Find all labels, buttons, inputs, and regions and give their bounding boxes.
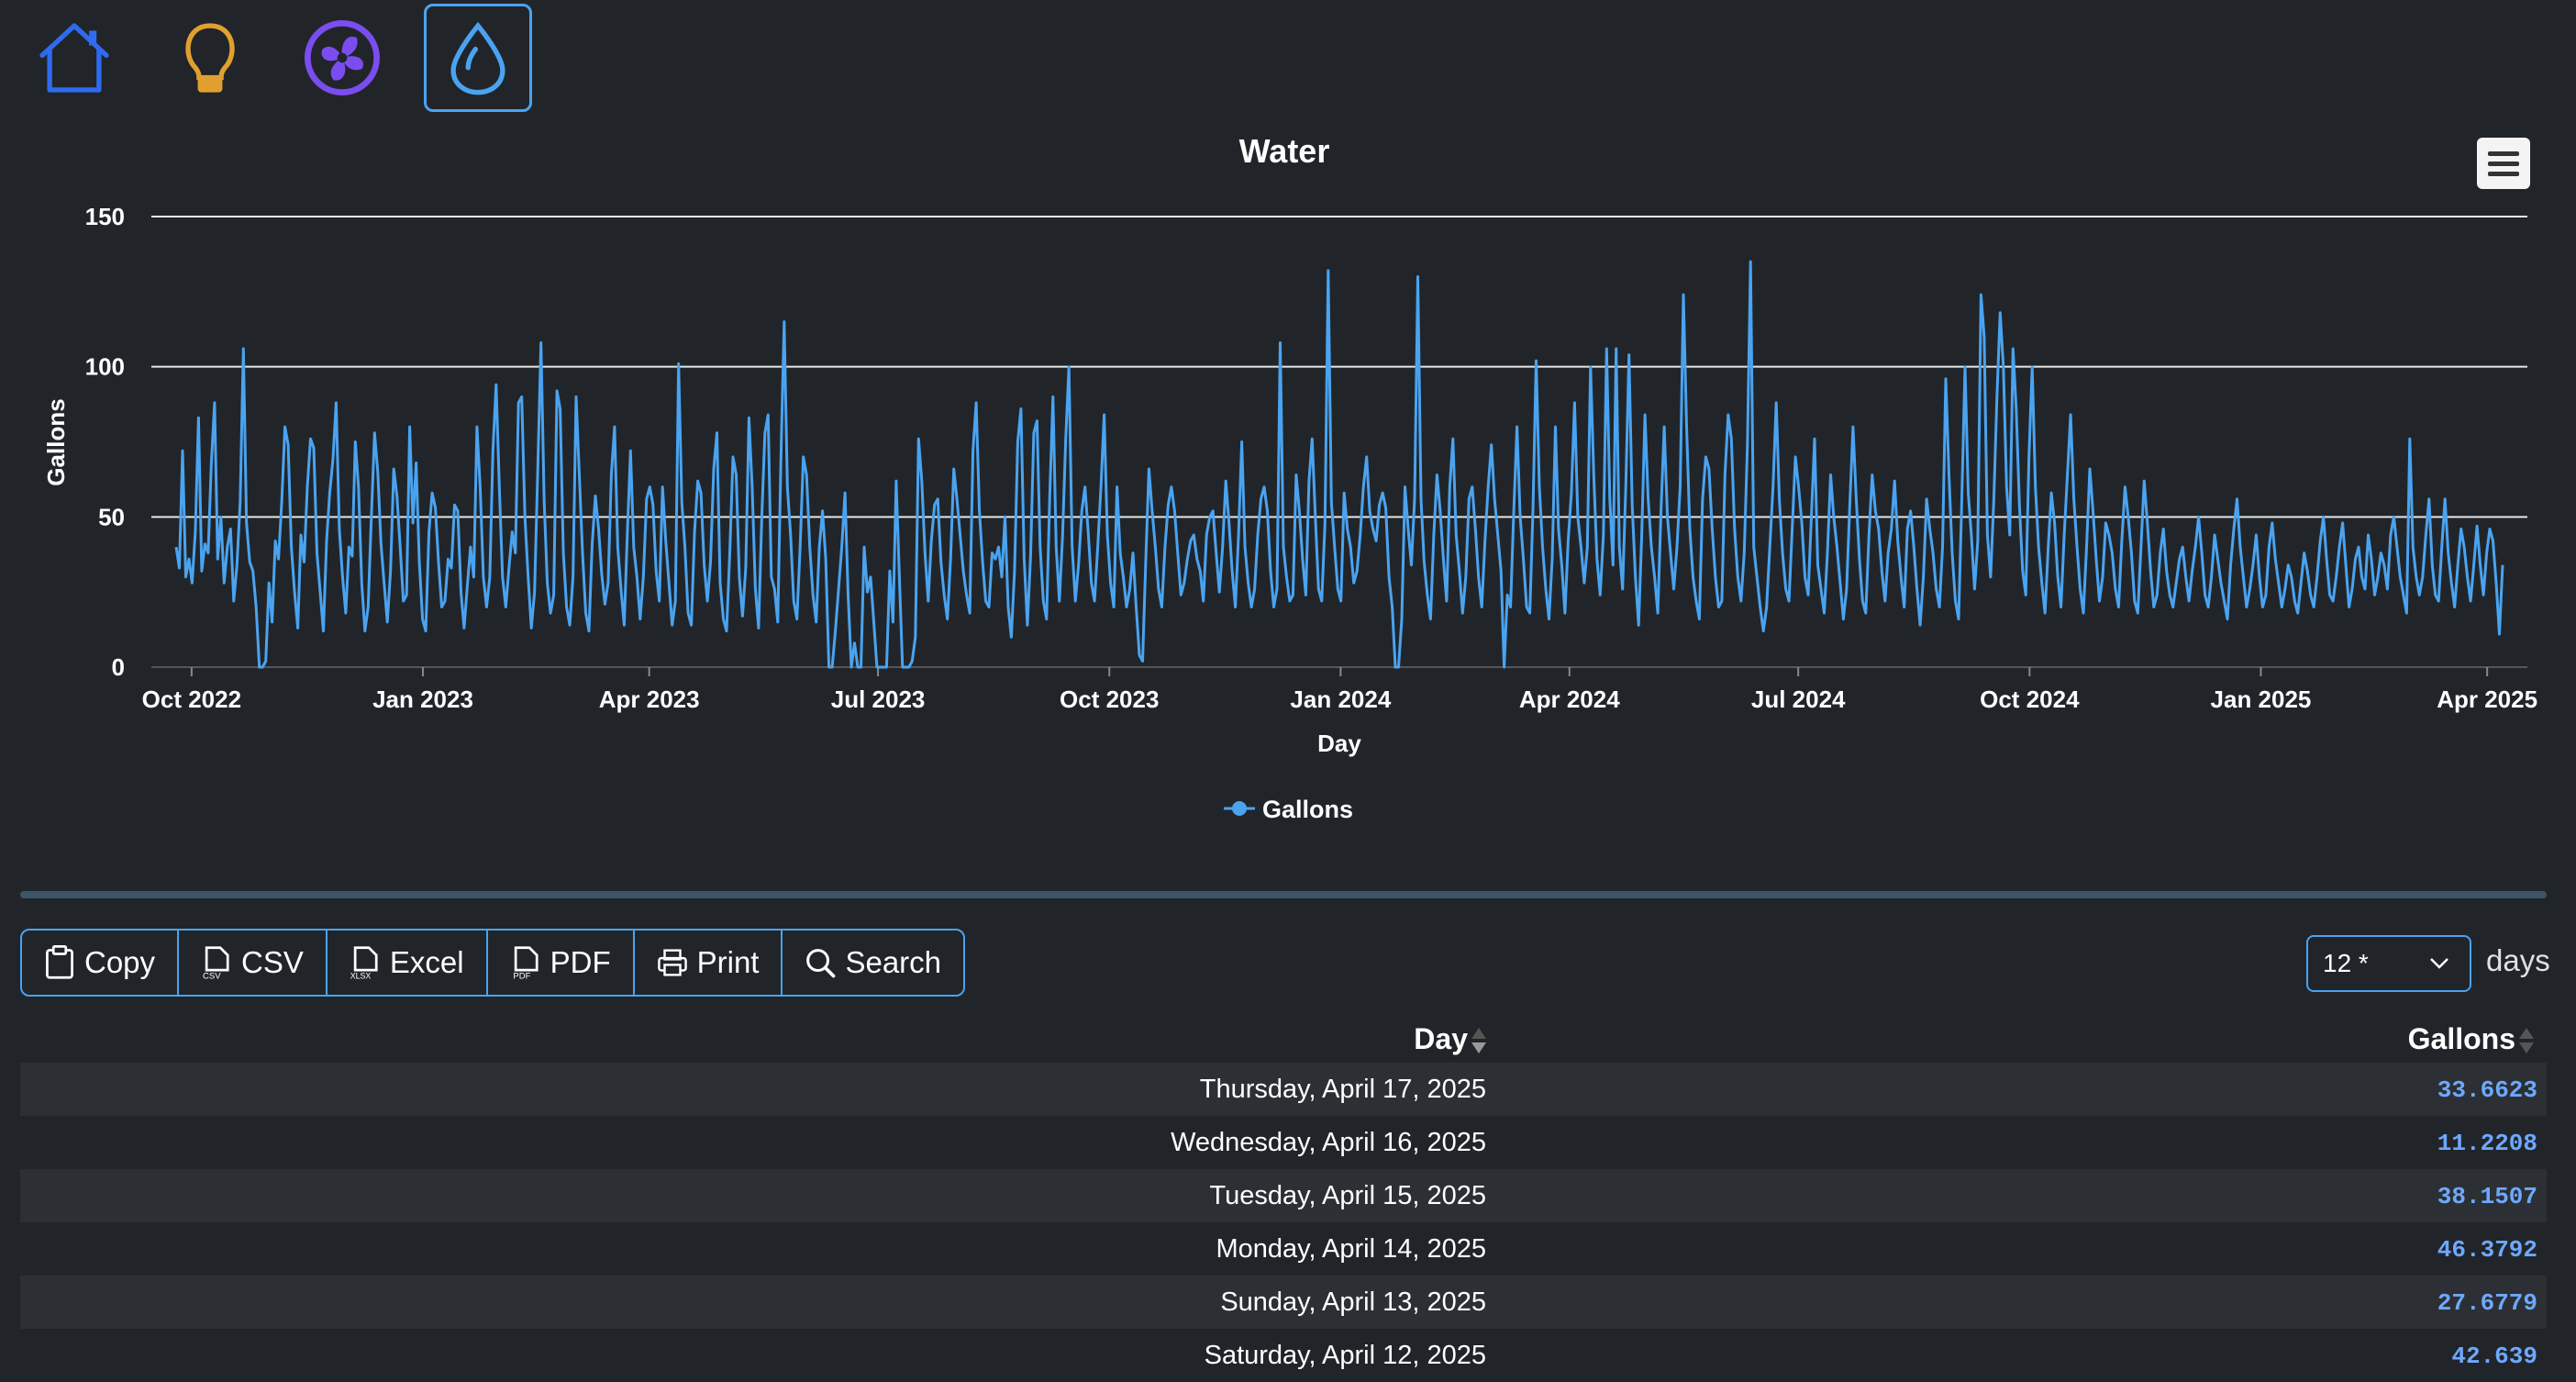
page-length-value: 12 *	[2323, 949, 2369, 977]
cell-gallons: 27.6779	[2437, 1289, 2537, 1317]
cell-day: Monday, April 14, 2025	[1216, 1234, 1487, 1264]
column-header-day[interactable]: Day	[1414, 1022, 1486, 1057]
page-length-select[interactable]: 12 *	[2306, 935, 2471, 992]
svg-text:XLSX: XLSX	[350, 972, 372, 980]
nav-water[interactable]	[424, 4, 532, 112]
excel-button[interactable]: XLSX Excel	[328, 931, 488, 995]
x-tick-label: Jan 2025	[2211, 685, 2312, 713]
search-button[interactable]: Search	[783, 931, 963, 995]
search-icon	[806, 949, 836, 978]
lightbulb-icon	[185, 23, 235, 93]
cell-day: Saturday, April 12, 2025	[1204, 1341, 1486, 1370]
sort-icon	[2519, 1026, 2534, 1057]
section-divider	[20, 891, 2547, 898]
sort-icon	[1471, 1026, 1486, 1057]
pdf-label: PDF	[550, 945, 611, 979]
y-axis-ticks: 0 50 100 150	[85, 203, 125, 681]
y-tick-label: 0	[112, 653, 125, 681]
table-row[interactable]: Sunday, April 13, 2025 27.6779	[20, 1276, 2547, 1329]
export-button-group: Copy CSV CSV XLSX Excel PDF PDF Print Se…	[20, 929, 966, 997]
copy-label: Copy	[84, 945, 156, 979]
x-tick-label: Apr 2024	[1519, 685, 1620, 713]
x-tick-label: Jul 2024	[1751, 685, 1846, 713]
cell-day: Wednesday, April 16, 2025	[1171, 1128, 1486, 1157]
print-label: Print	[696, 945, 760, 979]
csv-file-icon: CSV	[203, 946, 229, 980]
y-tick-label: 50	[98, 503, 125, 530]
nav-fan[interactable]	[288, 4, 396, 112]
cell-gallons: 42.639	[2451, 1343, 2537, 1370]
table-row[interactable]: Saturday, April 12, 2025 42.639	[20, 1329, 2547, 1382]
cell-gallons: 46.3792	[2437, 1236, 2537, 1264]
cell-day: Tuesday, April 15, 2025	[1209, 1181, 1486, 1210]
cell-day: Thursday, April 17, 2025	[1199, 1075, 1486, 1104]
copy-button[interactable]: Copy	[22, 931, 180, 995]
nav-home[interactable]	[20, 4, 128, 112]
legend-marker	[1232, 801, 1247, 816]
page-length-label: days	[2486, 943, 2550, 977]
fan-icon	[305, 20, 380, 95]
csv-label: CSV	[241, 945, 304, 979]
y-tick-label: 150	[85, 203, 125, 230]
data-table: Day Gallons Thursday, April 17, 2025 33.6…	[20, 1017, 2547, 1382]
table-row[interactable]: Thursday, April 17, 2025 33.6623	[20, 1063, 2547, 1116]
csv-button[interactable]: CSV CSV	[179, 931, 328, 995]
chart-menu-button[interactable]	[2477, 138, 2530, 189]
cell-gallons: 38.1507	[2437, 1183, 2537, 1210]
x-tick-label: Jan 2024	[1290, 685, 1391, 713]
legend-label: Gallons	[1262, 796, 1353, 823]
printer-icon	[657, 949, 687, 976]
svg-text:PDF: PDF	[513, 972, 530, 980]
home-icon	[39, 23, 109, 93]
table-row[interactable]: Monday, April 14, 2025 46.3792	[20, 1222, 2547, 1276]
table-row[interactable]: Tuesday, April 15, 2025 38.1507	[20, 1169, 2547, 1222]
cell-gallons: 11.2208	[2437, 1130, 2537, 1157]
svg-text:CSV: CSV	[203, 972, 221, 980]
y-tick-label: 100	[85, 353, 125, 381]
x-tick-label: Oct 2022	[142, 685, 241, 713]
x-tick-label: Apr 2023	[599, 685, 700, 713]
hamburger-menu-icon	[2488, 150, 2519, 156]
clipboard-icon	[46, 945, 73, 979]
search-label: Search	[845, 945, 942, 979]
cell-day: Sunday, April 13, 2025	[1220, 1287, 1486, 1317]
x-axis-ticks: Oct 2022 Jan 2023 Apr 2023 Jul 2023 Oct 2023…	[142, 667, 2537, 713]
top-nav	[0, 0, 2576, 119]
pdf-button[interactable]: PDF PDF	[488, 931, 635, 995]
print-button[interactable]: Print	[635, 931, 783, 995]
series-line-gallons	[174, 260, 2504, 669]
x-tick-label: Oct 2024	[1980, 685, 2080, 713]
table-header: Day Gallons	[20, 1017, 2547, 1063]
pdf-file-icon: PDF	[513, 946, 539, 980]
x-tick-label: Jul 2023	[831, 685, 926, 713]
water-drop-icon	[450, 21, 505, 95]
water-chart: Water 0 50 100 150 Oct 2022 Jan 2023 Apr 2023…	[42, 132, 2537, 823]
x-tick-label: Jan 2023	[372, 685, 473, 713]
xlsx-file-icon: XLSX	[350, 946, 378, 980]
x-tick-label: Apr 2025	[2437, 685, 2537, 713]
nav-light[interactable]	[156, 4, 264, 112]
x-tick-label: Oct 2023	[1060, 685, 1159, 713]
column-header-gallons[interactable]: Gallons	[2408, 1022, 2534, 1057]
legend-item-gallons[interactable]: Gallons	[1224, 796, 1353, 823]
cell-gallons: 33.6623	[2437, 1076, 2537, 1104]
chevron-down-icon	[2430, 958, 2448, 969]
x-axis-label: Day	[1317, 730, 1361, 757]
excel-label: Excel	[389, 945, 464, 979]
table-row[interactable]: Wednesday, April 16, 2025 11.2208	[20, 1116, 2547, 1169]
y-axis-label: Gallons	[42, 398, 70, 485]
chart-title: Water	[1239, 132, 1330, 170]
